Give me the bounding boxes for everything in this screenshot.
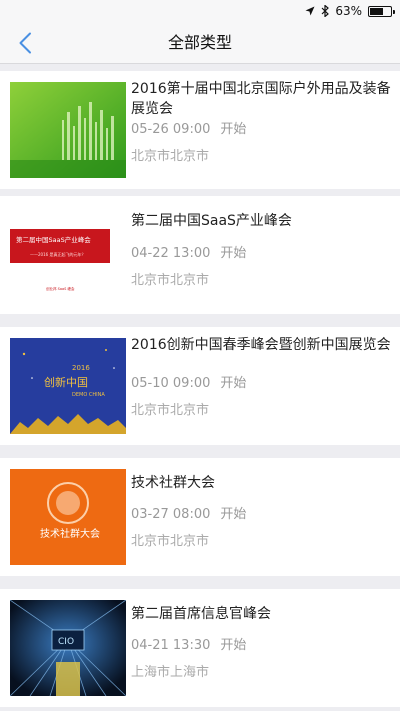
event-card[interactable]: 技术社群大会 技术社群大会 03-27 08:00 开始 北京市北京市 — [0, 458, 400, 576]
status-indicators: 63% — [305, 3, 395, 19]
back-button[interactable] — [8, 26, 42, 60]
event-date-time: 04-22 13:00 — [131, 246, 211, 261]
status-bar: 63% — [0, 0, 400, 22]
event-status: 开始 — [220, 246, 247, 261]
battery-percentage: 63% — [335, 4, 362, 18]
event-location: 上海市上海市 — [131, 665, 210, 680]
thumb-text: 2016 — [72, 364, 90, 372]
event-card[interactable]: CIO 第二届首席信息官峰会 04-21 13:30 开始 上海市上海市 — [0, 589, 400, 707]
event-location: 北京市北京市 — [131, 534, 210, 549]
thumb-text: CIO — [58, 637, 74, 647]
event-card[interactable]: 创新中国 2016 DEMO CHINA 2016创新中国春季峰会暨创新中国展览… — [0, 327, 400, 445]
thumb-text: 第二届中国SaaS产业峰会 — [16, 235, 91, 244]
event-thumbnail: 创新中国 2016 DEMO CHINA — [10, 338, 126, 434]
event-status: 开始 — [220, 507, 247, 522]
event-location: 北京市北京市 — [131, 149, 210, 164]
event-time: 04-21 13:30 开始 — [131, 634, 246, 653]
event-thumbnail: 技术社群大会 — [10, 469, 126, 565]
event-time: 05-10 09:00 开始 — [131, 372, 246, 391]
event-status: 开始 — [220, 376, 247, 391]
event-thumbnail: CIO — [10, 600, 126, 696]
event-date-time: 05-10 09:00 — [131, 376, 211, 391]
event-title: 2016创新中国春季峰会暨创新中国展览会 — [131, 337, 391, 353]
event-thumbnail — [10, 82, 126, 178]
event-thumbnail: 第二届中国SaaS产业峰会 ——2016 是真正起飞的元年？ 创业邦 SaaS … — [10, 207, 126, 303]
thumb-text: 技术社群大会 — [40, 527, 100, 540]
event-time: 03-27 08:00 开始 — [131, 503, 246, 522]
thumb-text: DEMO CHINA — [72, 392, 105, 398]
thumb-text: 创业邦 SaaS 峰会 — [46, 286, 75, 291]
bluetooth-icon — [321, 5, 330, 17]
event-status: 开始 — [220, 122, 247, 137]
event-title: 第二届中国SaaS产业峰会 — [131, 213, 292, 229]
event-title: 2016第十届中国北京国际户外用品及装备展览会 — [131, 81, 391, 117]
event-location: 北京市北京市 — [131, 273, 210, 288]
event-title: 第二届首席信息官峰会 — [131, 606, 271, 622]
event-card[interactable]: 第二届中国SaaS产业峰会 ——2016 是真正起飞的元年？ 创业邦 SaaS … — [0, 196, 400, 314]
thumb-text: ——2016 是真正起飞的元年？ — [30, 251, 85, 257]
event-time: 04-22 13:00 开始 — [131, 242, 246, 261]
event-date-time: 04-21 13:30 — [131, 638, 211, 653]
navigation-bar: 全部类型 — [0, 22, 400, 64]
chevron-left-icon — [19, 32, 31, 54]
page-title: 全部类型 — [167, 33, 232, 52]
event-title: 技术社群大会 — [131, 475, 215, 491]
event-date-time: 05-26 09:00 — [131, 122, 211, 137]
event-date-time: 03-27 08:00 — [131, 507, 211, 522]
battery-icon — [368, 5, 395, 17]
battery-level-fill — [370, 7, 383, 15]
event-card[interactable]: 2016第十届中国北京国际户外用品及装备展览会 05-26 09:00 开始 北京… — [0, 71, 400, 189]
event-status: 开始 — [220, 638, 247, 653]
event-location: 北京市北京市 — [131, 403, 210, 418]
thumb-text: 创新中国 — [44, 375, 88, 389]
location-arrow-icon — [305, 6, 315, 16]
event-time: 05-26 09:00 开始 — [131, 118, 246, 137]
